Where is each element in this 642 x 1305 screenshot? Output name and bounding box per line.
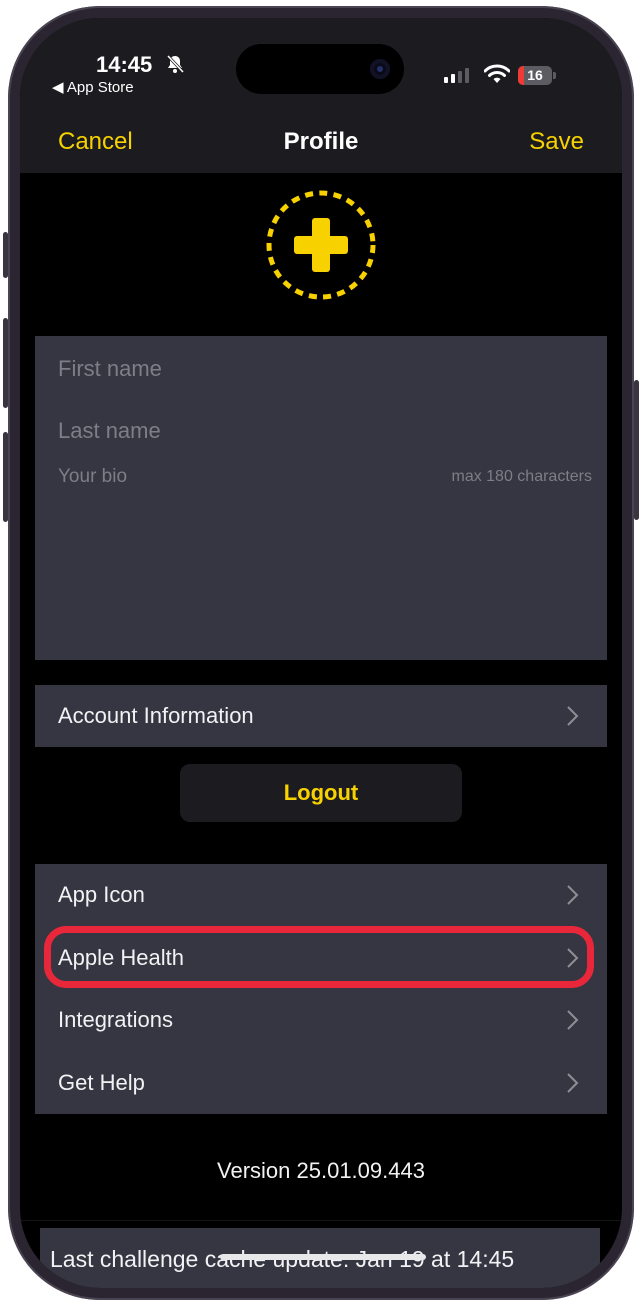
last-name-input[interactable]: Last name [58,418,161,444]
account-section: Account Information [35,685,607,747]
chevron-right-icon [567,885,579,905]
battery-tip [553,72,556,79]
top-bar: 14:45 ◀ App Store 16 Cancel Profile Save [20,18,622,173]
apple-health-highlight [44,926,594,988]
version-label: Version 25.01.09.443 [217,1158,425,1183]
row-label: Get Help [58,1070,145,1095]
power-button [634,380,639,520]
app-icon-row[interactable]: App Icon [35,864,607,926]
chevron-right-icon [567,1010,579,1030]
bio-input[interactable]: Your bio [58,466,127,488]
row-label: App Icon [58,882,145,907]
action-button [3,232,8,278]
integrations-row[interactable]: Integrations [35,989,607,1051]
battery-icon: 16 [518,66,552,85]
row-label: Integrations [58,1007,173,1032]
chevron-right-icon [567,1073,579,1093]
home-indicator[interactable] [220,1254,426,1260]
back-to-app-store-link[interactable]: ◀ App Store [52,78,134,96]
dynamic-island [236,44,404,94]
save-button[interactable]: Save [529,128,584,156]
profile-form: First name Last name Your bio max 180 ch… [35,336,607,660]
divider [20,1220,622,1221]
volume-down-button [3,432,8,522]
chevron-right-icon [567,706,579,726]
status-time: 14:45 [96,52,153,77]
account-information-row[interactable]: Account Information [35,685,607,747]
silent-bell-icon [166,54,185,74]
get-help-row[interactable]: Get Help [35,1052,607,1114]
first-name-input[interactable]: First name [58,356,162,382]
cellular-signal-icon [444,68,469,83]
wifi-icon [484,64,510,83]
volume-up-button [3,318,8,408]
screen: 14:45 ◀ App Store 16 Cancel Profile Save… [20,18,622,1288]
settings-section: App Icon Apple Health Integrations Get H… [35,864,607,1114]
battery-percent: 16 [527,67,543,83]
bio-char-limit: max 180 characters [451,468,592,485]
row-label: Account Information [58,703,254,728]
logout-button[interactable]: Logout [180,764,462,822]
camera-icon [370,59,390,79]
add-photo-button[interactable] [266,190,376,300]
